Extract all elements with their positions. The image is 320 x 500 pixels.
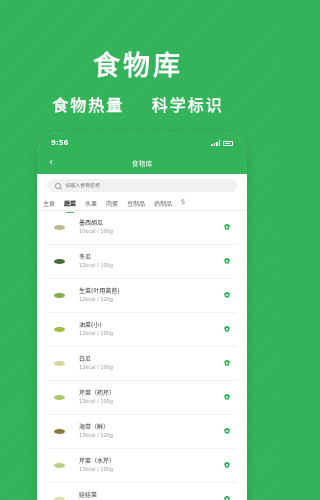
food-thumbnail [51,493,67,500]
food-text: 冬瓜 12kcal / 100g [79,253,223,270]
health-badge-icon [223,292,231,300]
tab-item[interactable]: 主食 [43,199,55,210]
tab-item[interactable]: 豆制品 [127,199,145,210]
food-name: 生菜(叶用莴苣) [79,288,120,295]
food-thumbnail [51,391,67,404]
tab-item[interactable]: 肉蛋 [106,199,118,210]
food-name: 海带（鲜） [79,424,110,431]
nav-bar: ‹ 食物库 [37,154,247,174]
status-time: 9:56 [51,139,69,147]
health-badge-icon [223,224,231,232]
food-thumbnail [51,357,67,370]
hero-subtitle-right: 科学标识 [151,96,224,115]
hero-title: 食物库 [93,51,183,82]
food-name: 芹菜（药芹） [79,390,116,397]
search-input[interactable] [65,182,195,189]
food-thumbnail [51,221,67,234]
tab-item[interactable]: S [181,199,185,210]
food-list-item[interactable]: 娃娃菜13kcal / 100g [47,483,237,500]
food-calories: 13kcal / 100g [79,467,114,473]
battery-icon [223,140,233,146]
search-bar [37,174,247,196]
status-bar: 9:56 [37,132,247,154]
health-badge-icon [223,326,231,334]
food-text: 油菜(小) 12kcal / 100g [79,321,223,338]
food-thumbnail [51,459,67,472]
food-name: 冬瓜 [79,254,92,261]
food-thumbnail [51,425,67,438]
food-list: 墨西胡瓜 10kcal / 100g 冬瓜 12kcal / 100g 生菜(叶用莴苣)… [37,211,247,500]
signal-icon [211,140,220,146]
health-badge-icon [223,360,231,368]
food-text: 芹菜（水芹） 13kcal / 100g [79,457,223,474]
food-list-item[interactable]: 生菜(叶用莴苣) 12kcal / 100g [47,279,237,313]
health-badge-icon [223,428,231,436]
food-name: 墨西胡瓜 [79,220,104,227]
food-name: 娃娃菜 [79,492,98,499]
food-name: 芹菜（水芹） [79,458,116,465]
food-thumbnail [51,289,67,302]
search-icon [55,182,61,189]
food-list-item[interactable]: 墨西胡瓜 10kcal / 100g [47,211,237,245]
health-badge-icon [223,496,231,500]
phone-screen: 9:56 ‹ 食物库 主食蔬菜水果肉蛋豆制品奶制品 S 墨西胡瓜 10kcal / … [37,132,247,500]
category-tabs: 主食 蔬菜 水果 肉蛋 豆制品 奶制品 S [37,196,247,213]
food-list-item[interactable]: 海带（鲜） 13kcal / 100g [47,415,237,449]
status-icons [211,140,233,146]
food-list-item[interactable]: 冬瓜 12kcal / 100g [47,245,237,279]
food-thumbnail [51,255,67,268]
tab-item[interactable]: 蔬菜 [64,199,76,213]
hero-subtitle: 食物热量 科学标识 [0,92,276,116]
food-list-item[interactable]: 芹菜（水芹） 13kcal / 100g [47,449,237,483]
food-text: 海带（鲜） 13kcal / 100g [79,423,223,440]
food-list-item[interactable]: 芹菜（药芹） 13kcal / 100g [47,381,237,415]
health-badge-icon [223,394,231,402]
food-calories: 12kcal / 100g [79,365,114,371]
food-name: 白瓜 [79,356,92,363]
hero-subtitle-left: 食物热量 [52,96,125,115]
food-calories: 12kcal / 100g [79,297,114,303]
food-text: 生菜(叶用莴苣) 12kcal / 100g [79,287,223,304]
food-name: 油菜(小) [79,322,102,329]
food-text: 墨西胡瓜 10kcal / 100g [79,219,223,236]
food-thumbnail [51,323,67,336]
search-box[interactable] [47,179,237,192]
health-badge-icon [223,258,231,266]
food-text: 白瓜 12kcal / 100g [79,355,223,372]
food-list-item[interactable]: 白瓜 12kcal / 100g [47,347,237,381]
health-badge-icon [223,462,231,470]
food-calories: 13kcal / 100g [79,399,114,405]
food-calories: 12kcal / 100g [79,263,114,269]
tab-item[interactable]: 奶制品 [154,199,172,210]
tab-item[interactable]: 水果 [85,199,97,210]
food-list-item[interactable]: 油菜(小) 12kcal / 100g [47,313,237,347]
food-text: 芹菜（药芹） 13kcal / 100g [79,389,223,406]
food-calories: 13kcal / 100g [79,433,114,439]
food-text: 娃娃菜13kcal / 100g [79,491,223,500]
food-calories: 12kcal / 100g [79,331,114,337]
chevron-left-icon[interactable]: ‹ [49,157,53,168]
nav-title: 食物库 [131,160,153,168]
food-calories: 10kcal / 100g [79,229,114,235]
